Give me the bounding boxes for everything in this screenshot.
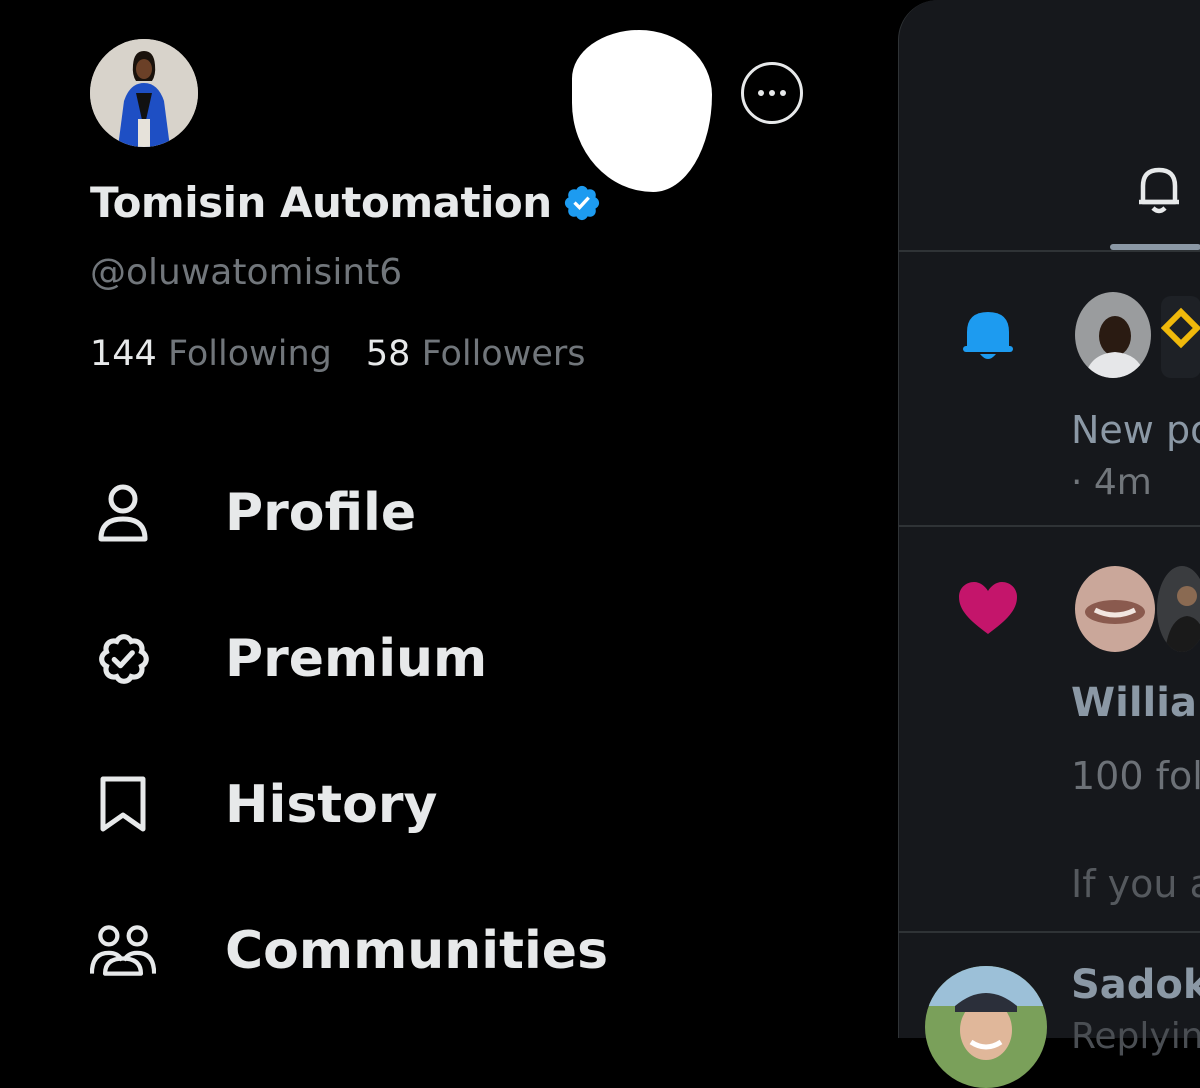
menu-label-history: History bbox=[225, 775, 438, 835]
avatar[interactable] bbox=[90, 39, 198, 147]
following-label: Following bbox=[167, 334, 332, 374]
avatar[interactable] bbox=[1157, 566, 1200, 652]
name-row: Tomisin Automation bbox=[90, 178, 602, 227]
person-icon bbox=[90, 480, 156, 546]
verified-badge-icon bbox=[90, 626, 156, 692]
bookmark-icon bbox=[90, 772, 156, 838]
profile-handle: @oluwatomisint6 bbox=[90, 252, 403, 293]
menu-label-profile: Profile bbox=[225, 483, 417, 543]
followers-label: Followers bbox=[421, 334, 586, 374]
display-name: Tomisin Automation bbox=[90, 178, 552, 227]
menu-label-premium: Premium bbox=[225, 629, 488, 689]
avatar-photo bbox=[90, 39, 198, 147]
notification-text: Replyin bbox=[1071, 1016, 1200, 1057]
dot-icon bbox=[780, 90, 786, 96]
heart-icon bbox=[959, 582, 1017, 634]
menu-item-communities[interactable]: Communities bbox=[90, 878, 790, 1024]
menu-item-history[interactable]: History bbox=[90, 732, 790, 878]
divider bbox=[899, 525, 1200, 527]
bell-icon bbox=[963, 312, 1013, 359]
bell-icon[interactable] bbox=[1135, 162, 1183, 214]
avatar[interactable] bbox=[1075, 566, 1155, 652]
notifications-panel: New po · 4m William 100 fol If you a Sad… bbox=[898, 0, 1200, 1088]
verified-badge-icon bbox=[564, 185, 599, 220]
more-options-button[interactable] bbox=[741, 62, 803, 124]
following-link[interactable]: 144 Following bbox=[90, 334, 332, 374]
dot-icon bbox=[769, 90, 775, 96]
avatar[interactable] bbox=[1075, 292, 1151, 378]
menu-item-premium[interactable]: Premium bbox=[90, 586, 790, 732]
divider bbox=[899, 250, 1200, 252]
followers-count: 58 bbox=[365, 334, 411, 374]
people-icon bbox=[90, 918, 156, 984]
binance-logo-icon[interactable] bbox=[1161, 296, 1200, 378]
notification-time: · 4m bbox=[1071, 462, 1152, 503]
menu-item-profile[interactable]: Profile bbox=[90, 440, 790, 586]
dot-icon bbox=[758, 90, 764, 96]
menu-label-communities: Communities bbox=[225, 921, 609, 981]
redaction-blob bbox=[572, 30, 712, 192]
side-drawer: Tomisin Automation @oluwatomisint6 144 F… bbox=[0, 0, 898, 1038]
following-count: 144 bbox=[90, 334, 157, 374]
notification-text: 100 fol bbox=[1071, 754, 1200, 798]
divider bbox=[899, 931, 1200, 933]
follow-stats: 144 Following 58 Followers bbox=[90, 334, 586, 374]
notification-name: William bbox=[1071, 680, 1200, 726]
notification-name: Sadok bbox=[1071, 962, 1200, 1008]
avatar[interactable] bbox=[925, 966, 1047, 1088]
notification-text: New po bbox=[1071, 408, 1200, 452]
notification-snippet: If you a bbox=[1071, 862, 1200, 906]
followers-link[interactable]: 58 Followers bbox=[366, 334, 586, 374]
